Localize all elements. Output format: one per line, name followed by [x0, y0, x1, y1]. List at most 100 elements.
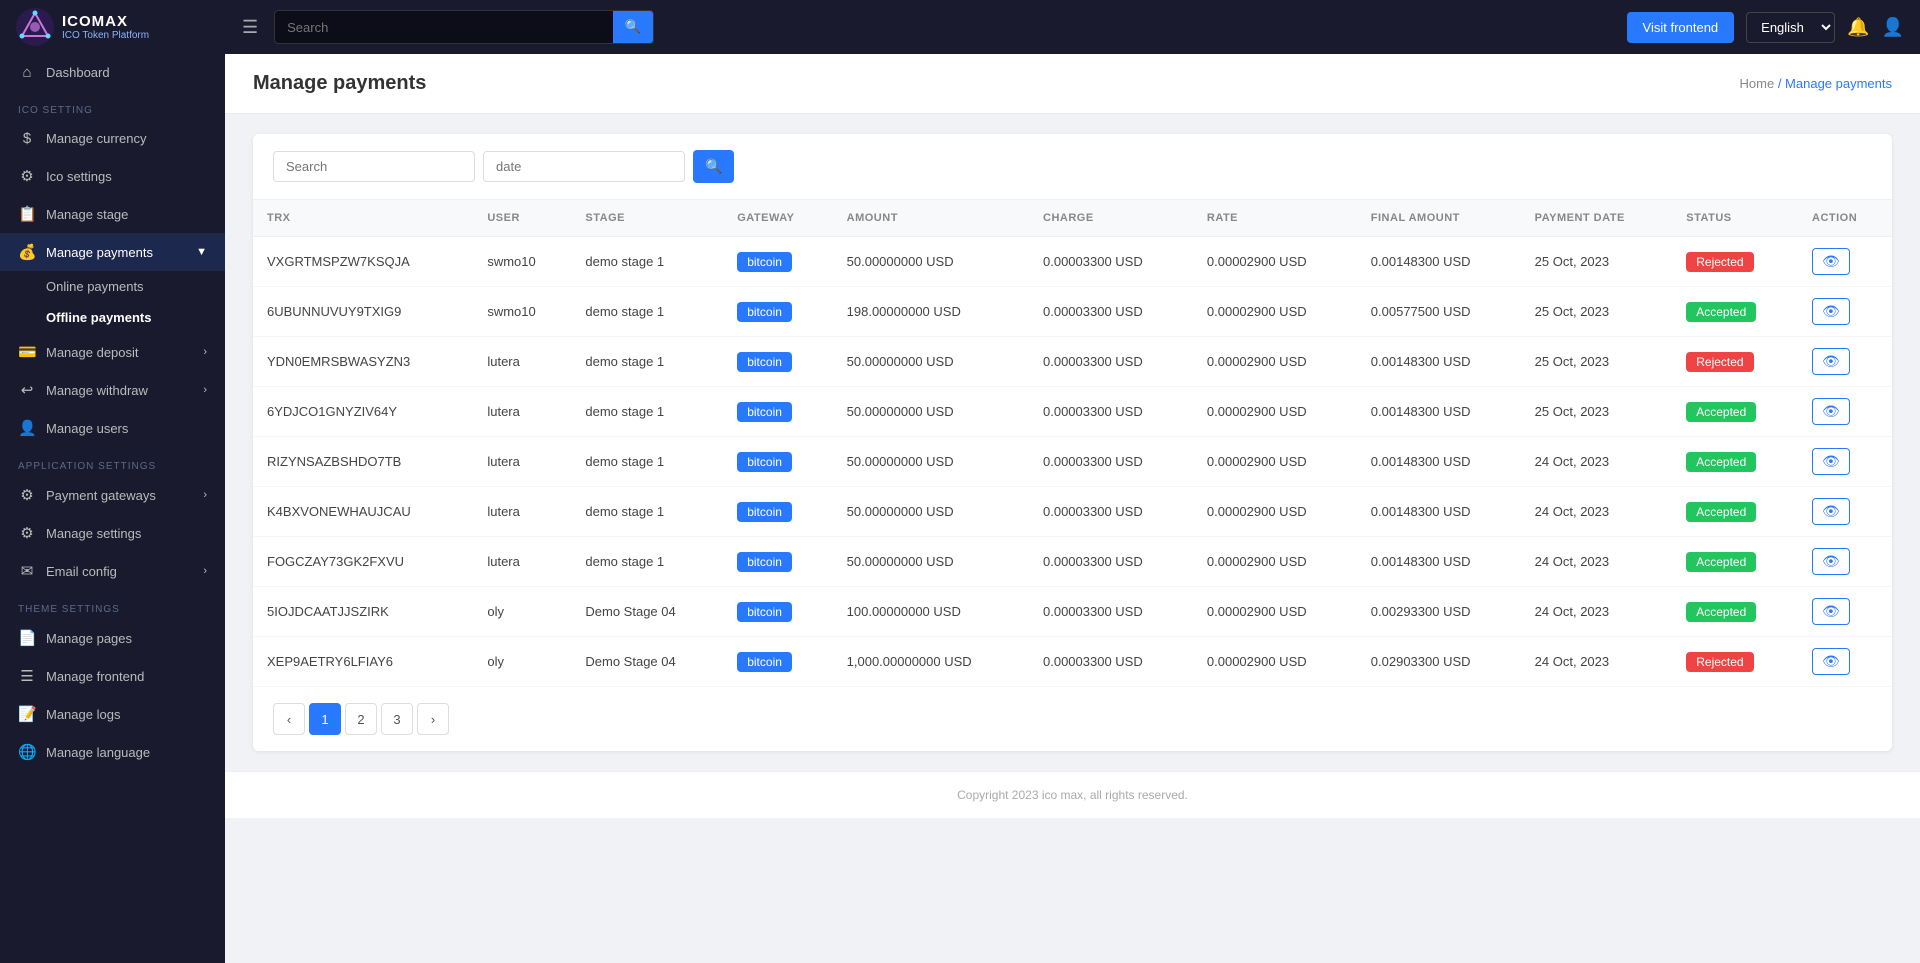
cell-status: Rejected [1672, 237, 1798, 287]
sidebar-item-manage-currency[interactable]: $ Manage currency [0, 120, 225, 157]
sidebar-label-manage-pages: Manage pages [46, 631, 132, 646]
cell-status: Accepted [1672, 387, 1798, 437]
cell-trx: XEP9AETRY6LFIAY6 [253, 637, 473, 687]
sidebar-item-online-payments[interactable]: Online payments [0, 271, 225, 302]
topnav-search-button[interactable]: 🔍 [613, 11, 654, 43]
main-layout: ⌂ Dashboard ICO SETTING $ Manage currenc… [0, 54, 1920, 963]
view-action-button[interactable]: 👁 [1812, 448, 1850, 475]
sidebar-label-offline-payments: Offline payments [46, 310, 151, 325]
filter-search-button[interactable]: 🔍 [693, 150, 734, 183]
sidebar-label-manage-payments: Manage payments [46, 245, 153, 260]
cell-user: lutera [473, 337, 571, 387]
sidebar-item-email-config[interactable]: ✉ Email config › [0, 552, 225, 590]
topnav-search-bar: 🔍 [274, 10, 654, 44]
cell-action: 👁 [1798, 587, 1892, 637]
view-action-button[interactable]: 👁 [1812, 348, 1850, 375]
sidebar-item-manage-users[interactable]: 👤 Manage users [0, 409, 225, 447]
chevron-right-icon2: › [203, 384, 207, 396]
cell-action: 👁 [1798, 237, 1892, 287]
cell-action: 👁 [1798, 637, 1892, 687]
pagination-page-1[interactable]: 1 [309, 703, 341, 735]
currency-icon: $ [18, 130, 36, 147]
cell-status: Accepted [1672, 287, 1798, 337]
cell-user: lutera [473, 437, 571, 487]
status-badge: Rejected [1686, 252, 1753, 272]
cell-user: lutera [473, 387, 571, 437]
pagination-next[interactable]: › [417, 703, 449, 735]
pagination-page-3[interactable]: 3 [381, 703, 413, 735]
sidebar-item-ico-settings[interactable]: ⚙ Ico settings [0, 157, 225, 195]
view-action-button[interactable]: 👁 [1812, 498, 1850, 525]
pagination-prev[interactable]: ‹ [273, 703, 305, 735]
sidebar-item-manage-stage[interactable]: 📋 Manage stage [0, 195, 225, 233]
pagination-page-2[interactable]: 2 [345, 703, 377, 735]
cell-amount: 50.00000000 USD [833, 237, 1029, 287]
sidebar-item-manage-logs[interactable]: 📝 Manage logs [0, 695, 225, 733]
cell-action: 👁 [1798, 487, 1892, 537]
language-select[interactable]: English French Spanish [1746, 12, 1835, 43]
notification-icon[interactable]: 🔔 [1847, 17, 1869, 38]
filter-bar: 🔍 [253, 134, 1892, 200]
sidebar-item-manage-settings[interactable]: ⚙ Manage settings [0, 514, 225, 552]
sidebar-item-manage-deposit[interactable]: 💳 Manage deposit › [0, 333, 225, 371]
frontend-icon: ☰ [18, 667, 36, 685]
chevron-down-icon: ▼ [196, 246, 207, 258]
cell-user: swmo10 [473, 237, 571, 287]
status-badge: Accepted [1686, 602, 1756, 622]
sidebar-item-manage-language[interactable]: 🌐 Manage language [0, 733, 225, 771]
view-action-button[interactable]: 👁 [1812, 648, 1850, 675]
cell-gateway: bitcoin [723, 237, 832, 287]
user-profile-icon[interactable]: 👤 [1882, 17, 1904, 38]
language-icon: 🌐 [18, 743, 36, 761]
sidebar-item-manage-pages[interactable]: 📄 Manage pages [0, 619, 225, 657]
cell-trx: FOGCZAY73GK2FXVU [253, 537, 473, 587]
cell-payment-date: 25 Oct, 2023 [1521, 287, 1673, 337]
app-name: ICOMAX [62, 13, 149, 30]
sidebar-item-manage-frontend[interactable]: ☰ Manage frontend [0, 657, 225, 695]
chevron-right-icon3: › [203, 489, 207, 501]
table-header: TRX USER STAGE GATEWAY AMOUNT CHARGE RAT… [253, 200, 1892, 237]
date-input[interactable] [483, 151, 685, 182]
view-action-button[interactable]: 👁 [1812, 398, 1850, 425]
payments-table: TRX USER STAGE GATEWAY AMOUNT CHARGE RAT… [253, 200, 1892, 687]
cell-rate: 0.00002900 USD [1193, 387, 1357, 437]
cell-final-amount: 0.00148300 USD [1357, 337, 1521, 387]
cell-stage: Demo Stage 04 [571, 637, 723, 687]
payments-table-wrap: TRX USER STAGE GATEWAY AMOUNT CHARGE RAT… [253, 200, 1892, 687]
stage-icon: 📋 [18, 205, 36, 223]
table-row: 6UBUNNUVUY9TXIG9 swmo10 demo stage 1 bit… [253, 287, 1892, 337]
sidebar-section-theme: THEME SETTINGS [0, 590, 225, 619]
cell-payment-date: 24 Oct, 2023 [1521, 587, 1673, 637]
cell-rate: 0.00002900 USD [1193, 587, 1357, 637]
breadcrumb: Home / Manage payments [1740, 76, 1893, 91]
col-user: USER [473, 200, 571, 237]
hamburger-icon[interactable]: ☰ [238, 13, 262, 42]
view-action-button[interactable]: 👁 [1812, 548, 1850, 575]
col-status: STATUS [1672, 200, 1798, 237]
table-row: YDN0EMRSBWASYZN3 lutera demo stage 1 bit… [253, 337, 1892, 387]
cell-payment-date: 25 Oct, 2023 [1521, 387, 1673, 437]
cell-gateway: bitcoin [723, 637, 832, 687]
view-action-button[interactable]: 👁 [1812, 598, 1850, 625]
sidebar-item-payment-gateways[interactable]: ⚙ Payment gateways › [0, 476, 225, 514]
status-badge: Accepted [1686, 452, 1756, 472]
cell-gateway: bitcoin [723, 437, 832, 487]
sidebar-item-offline-payments[interactable]: Offline payments [0, 302, 225, 333]
topnav-search-input[interactable] [275, 13, 612, 42]
sidebar-label-manage-language: Manage language [46, 745, 150, 760]
sidebar-item-dashboard[interactable]: ⌂ Dashboard [0, 54, 225, 91]
table-row: FOGCZAY73GK2FXVU lutera demo stage 1 bit… [253, 537, 1892, 587]
breadcrumb-home[interactable]: Home [1740, 76, 1775, 91]
sidebar-label-email-config: Email config [46, 564, 117, 579]
sidebar-item-manage-payments[interactable]: 💰 Manage payments ▼ [0, 233, 225, 271]
sidebar-item-manage-withdraw[interactable]: ↩ Manage withdraw › [0, 371, 225, 409]
cell-rate: 0.00002900 USD [1193, 287, 1357, 337]
cell-status: Accepted [1672, 487, 1798, 537]
cell-rate: 0.00002900 USD [1193, 537, 1357, 587]
visit-frontend-button[interactable]: Visit frontend [1627, 12, 1735, 43]
view-action-button[interactable]: 👁 [1812, 298, 1850, 325]
view-action-button[interactable]: 👁 [1812, 248, 1850, 275]
cell-action: 👁 [1798, 287, 1892, 337]
payments-card: 🔍 TRX USER STAGE GATEWAY AMOUNT CHAR [253, 134, 1892, 751]
search-input[interactable] [273, 151, 475, 182]
